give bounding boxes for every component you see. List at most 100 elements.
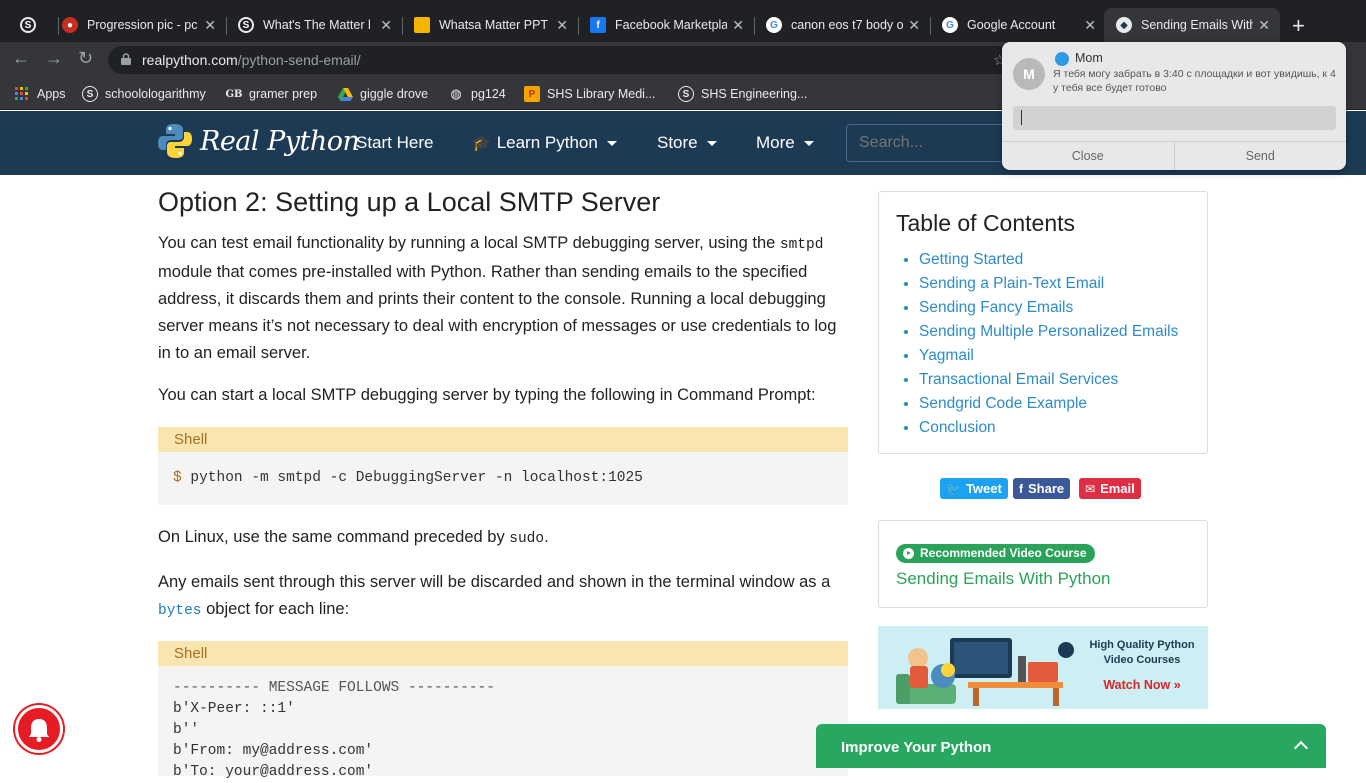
paragraph-linux-sudo: On Linux, use the same command preceded …	[158, 528, 549, 547]
forward-icon[interactable]: →	[45, 48, 63, 69]
notification-message: Я тебя могу забрать в 3:40 с площадки и …	[1053, 68, 1336, 94]
toc-item[interactable]: Sending Multiple Personalized Emails	[919, 320, 1178, 344]
recommended-course-card: Recommended Video Course Sending Emails …	[878, 520, 1208, 608]
inline-code-smtpd: smtpd	[779, 237, 824, 253]
send-button[interactable]: Send	[1173, 142, 1347, 170]
shell-prompt: $	[173, 470, 182, 486]
toc-item[interactable]: Yagmail	[919, 344, 1178, 368]
recommended-badge: Recommended Video Course	[896, 544, 1095, 563]
notification-bell-button[interactable]	[15, 705, 63, 753]
code-block-label: Shell	[158, 641, 848, 666]
python-logo-icon	[158, 124, 192, 158]
code-line: b''	[173, 722, 200, 738]
reply-input[interactable]	[1013, 106, 1336, 130]
caret-down-icon	[803, 140, 814, 146]
tab-progression-pic[interactable]: ● Progression pic - pc ✕	[50, 8, 227, 42]
new-tab-icon[interactable]: +	[1292, 13, 1305, 39]
nav-more[interactable]: More	[756, 133, 814, 153]
site-search-input[interactable]	[846, 124, 1016, 162]
bookmark-giggle-drove[interactable]: giggle drove	[337, 86, 428, 102]
library-icon: P	[524, 86, 540, 102]
schoology-icon: S	[238, 17, 254, 33]
bookmark-shs-library[interactable]: P SHS Library Medi...	[524, 86, 655, 102]
facebook-icon: f	[590, 17, 606, 33]
text-cursor	[1021, 110, 1022, 126]
tab-whatsa-matter-ppt[interactable]: Whatsa Matter PPT ✕	[402, 8, 579, 42]
close-tab-icon[interactable]: ✕	[556, 17, 568, 34]
browser-tab-strip: S ● Progression pic - pc ✕ S What's The …	[0, 0, 1366, 42]
paragraph-start-server: You can start a local SMTP debugging ser…	[158, 386, 816, 404]
notification-sender: Mom	[1075, 51, 1103, 65]
toc-item[interactable]: Sending a Plain-Text Email	[919, 272, 1178, 296]
table-of-contents: Table of Contents Getting Started Sendin…	[878, 191, 1208, 454]
toc-item[interactable]: Sendgrid Code Example	[919, 392, 1178, 416]
toc-title: Table of Contents	[896, 210, 1076, 236]
nav-learn-python[interactable]: 🎓 Learn Python	[472, 133, 617, 153]
paragraph-emails-discarded: Any emails sent through this server will…	[158, 573, 831, 619]
close-button[interactable]: Close	[1002, 142, 1174, 170]
banner-headline: High Quality Python Video Courses	[1089, 639, 1195, 666]
toc-item[interactable]: Conclusion	[919, 416, 1178, 440]
graduation-cap-icon: 🎓	[472, 135, 491, 152]
tab-google-account[interactable]: G Google Account ✕	[930, 8, 1106, 42]
address-bar[interactable]: realpython.com/python-send-email/	[108, 46, 1028, 74]
facebook-share-button[interactable]: f Share	[1013, 478, 1071, 499]
drive-icon	[337, 86, 353, 102]
logo-text: Real Python	[200, 125, 360, 157]
recommended-course-link[interactable]: Sending Emails With Python	[896, 569, 1111, 589]
code-line: b'X-Peer: ::1'	[173, 701, 295, 717]
back-icon[interactable]: ←	[12, 48, 30, 69]
chevron-up-icon[interactable]	[1293, 740, 1309, 756]
close-tab-icon[interactable]: ✕	[1084, 17, 1096, 34]
tab-sending-emails[interactable]: ◆ Sending Emails With ✕	[1104, 8, 1280, 42]
paragraph-smtp-intro: You can test email functionality by runn…	[158, 234, 837, 362]
python-icon: ◆	[1116, 17, 1132, 33]
toc-item[interactable]: Sending Fancy Emails	[919, 296, 1178, 320]
close-tab-icon[interactable]: ✕	[380, 17, 392, 34]
google-icon: G	[942, 17, 958, 33]
section-heading: Option 2: Setting up a Local SMTP Server	[158, 187, 661, 217]
email-share-button[interactable]: ✉ Email	[1079, 478, 1141, 499]
bookmark-apps[interactable]: Apps	[14, 86, 66, 102]
banner-illustration	[878, 626, 1078, 709]
caret-down-icon	[606, 140, 617, 146]
close-tab-icon[interactable]: ✕	[732, 17, 744, 34]
facebook-icon: f	[1019, 481, 1023, 496]
close-tab-icon[interactable]: ✕	[1258, 17, 1270, 34]
schoology-icon: S	[678, 86, 694, 102]
toc-item[interactable]: Transactional Email Services	[919, 368, 1178, 392]
code-line: b'To: your@address.com'	[173, 764, 374, 780]
bookmark-schoolologarithmy[interactable]: S schoolologarithmy	[82, 86, 206, 102]
tab-facebook-marketplace[interactable]: f Facebook Marketpla ✕	[578, 8, 755, 42]
bookmark-gramer-prep[interactable]: GB gramer prep	[225, 86, 318, 102]
caret-down-icon	[706, 140, 717, 146]
code-block-output[interactable]: ---------- MESSAGE FOLLOWS ---------- b'…	[158, 666, 848, 780]
message-notification: M Mom Я тебя могу забрать в 3:40 с площа…	[1002, 42, 1346, 170]
bookmark-pg124[interactable]: ◍ pg124	[448, 86, 505, 102]
toc-item[interactable]: Getting Started	[919, 248, 1178, 272]
site-logo[interactable]: Real Python	[158, 123, 360, 159]
tab-whats-the-matter[interactable]: S What's The Matter l ✕	[226, 8, 403, 42]
tab-canon-eos[interactable]: G canon eos t7 body o ✕	[754, 8, 931, 42]
schoology-icon: S	[20, 17, 36, 33]
reddit-icon: ●	[62, 17, 78, 33]
tweet-button[interactable]: 🐦 Tweet	[940, 478, 1008, 499]
improve-your-python-bar[interactable]: Improve Your Python	[816, 724, 1326, 768]
bookmark-shs-engineering[interactable]: S SHS Engineering...	[678, 86, 807, 102]
close-tab-icon[interactable]: ✕	[908, 17, 920, 34]
link-bytes[interactable]: bytes	[158, 603, 202, 619]
avatar: M	[1013, 58, 1045, 90]
inline-code-sudo: sudo	[509, 531, 545, 547]
close-tab-icon[interactable]: ✕	[204, 17, 216, 34]
play-icon	[903, 548, 914, 559]
code-block-command[interactable]: $ python -m smtpd -c DebuggingServer -n …	[158, 452, 848, 505]
code-line: b'From: my@address.com'	[173, 743, 374, 759]
nav-store[interactable]: Store	[657, 133, 717, 153]
toc-list: Getting Started Sending a Plain-Text Ema…	[919, 248, 1178, 440]
watch-now-link[interactable]: Watch Now »	[1083, 678, 1201, 692]
nav-start-here[interactable]: Start Here	[356, 133, 433, 153]
messages-app-icon	[1055, 52, 1069, 66]
video-courses-banner[interactable]: High Quality Python Video Courses Watch …	[878, 626, 1208, 709]
gb-icon: GB	[225, 88, 243, 100]
reload-icon[interactable]: ↻	[78, 48, 93, 69]
